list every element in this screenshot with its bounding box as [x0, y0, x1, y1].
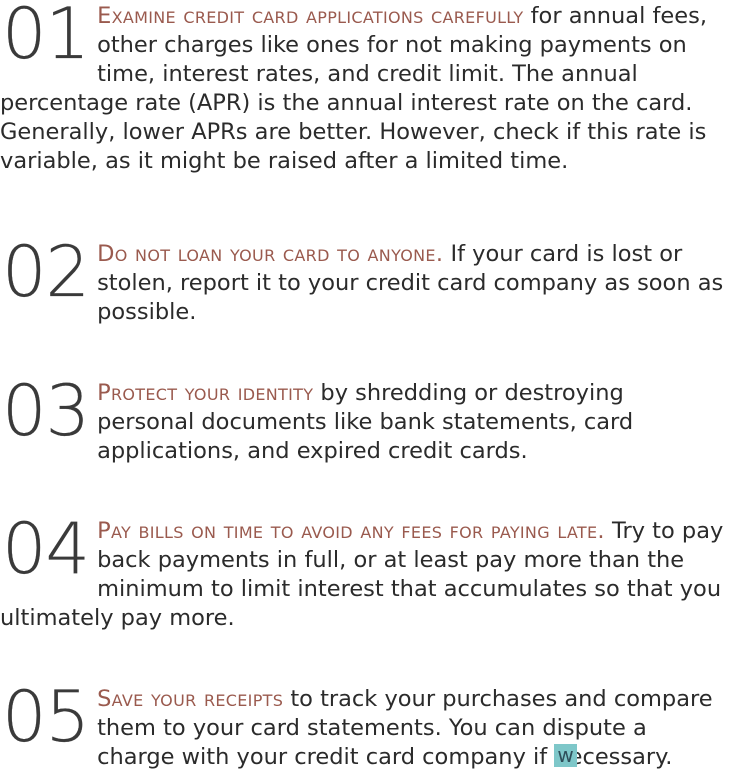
tip-heading: Examine credit card applications careful… — [97, 3, 524, 29]
tip-item: 03 Protect your identity by shredding or… — [0, 370, 725, 466]
tip-heading: Pay bills on time to avoid any fees for … — [97, 518, 605, 544]
tip-item: 01 Examine credit card applications care… — [0, 0, 725, 176]
tip-text: Do not loan your card to anyone. If your… — [0, 240, 725, 327]
tip-heading: Save your receipts — [97, 686, 284, 712]
tip-heading: Do not loan your card to anyone. — [97, 241, 444, 267]
tip-number: 04 — [2, 508, 90, 590]
tip-text: Pay bills on time to avoid any fees for … — [0, 517, 725, 633]
tip-text: Protect your identity by shredding or de… — [0, 379, 725, 466]
tip-item: 02 Do not loan your card to anyone. If y… — [0, 231, 725, 327]
tip-number: 03 — [2, 370, 90, 452]
tip-heading: Protect your identity — [97, 380, 314, 406]
tip-number: 05 — [2, 676, 90, 758]
tips-list: 01 Examine credit card applications care… — [0, 0, 729, 774]
tip-number: 02 — [2, 231, 90, 313]
tip-text: Examine credit card applications careful… — [0, 2, 725, 176]
tip-item: 05 Save your receipts to track your purc… — [0, 676, 725, 772]
tip-text: Save your receipts to track your purchas… — [0, 685, 725, 772]
tip-number: 01 — [2, 0, 90, 75]
tip-item: 04 Pay bills on time to avoid any fees f… — [0, 508, 725, 633]
watermark-logo: w — [554, 744, 577, 767]
